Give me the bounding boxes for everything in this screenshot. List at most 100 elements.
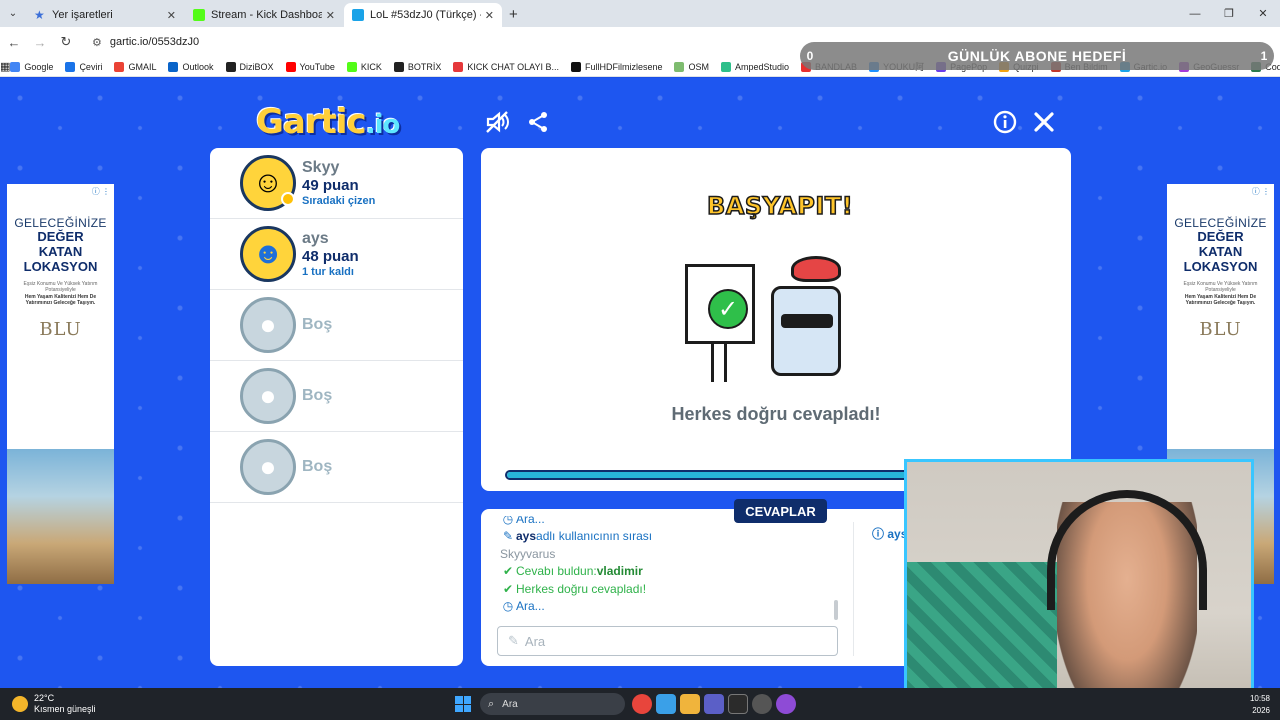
new-tab-button[interactable]: + [509, 3, 518, 27]
bookmark-label: FullHDFilmizlesene [584, 61, 663, 72]
players-panel: ☺ Skyy 49 puan Sıradaki çizen ☻ ays 48 p… [210, 148, 463, 666]
bookmark-item[interactable]: DiziBOX [225, 60, 274, 73]
bookmark-favicon-icon [10, 61, 21, 72]
bookmark-label: Çeviri [79, 61, 103, 72]
answers-tab[interactable]: CEVAPLAR [734, 499, 827, 523]
kick-icon [193, 9, 205, 21]
ad-headline: LOKASYON [23, 258, 98, 274]
mute-icon[interactable] [484, 108, 512, 136]
obs-icon[interactable] [752, 694, 772, 714]
player-status: 1 tur kaldı [302, 265, 354, 278]
bookmark-item[interactable]: AmpedStudio [720, 60, 790, 73]
teams-icon[interactable] [704, 694, 724, 714]
chat-answer: vladimir [596, 564, 643, 579]
ad-subtext: Eşsiz Konumu Ve Yüksek Yatırım Potansiye… [1183, 280, 1258, 307]
bookmark-label: KICK [360, 61, 382, 72]
ad-subtext: Eşsiz Konumu Ve Yüksek Yatırım Potansiye… [23, 280, 98, 307]
chat-scrollbar[interactable] [834, 600, 838, 620]
maximize-button[interactable]: ❐ [1212, 0, 1246, 27]
close-icon[interactable]: ✕ [326, 9, 335, 22]
chat-message: ✎ ays adlı kullanıcının sırası [500, 528, 840, 546]
bookmark-item[interactable]: KICK [346, 60, 382, 73]
bookmark-item[interactable]: OSM [674, 60, 709, 73]
ad-info-icon[interactable]: ⓘ ⋮ [1252, 186, 1270, 197]
chrome-icon[interactable] [632, 694, 652, 714]
bookmark-item[interactable]: Outlook [168, 60, 214, 73]
ad-photo [7, 449, 114, 584]
bookmark-label: Outlook [182, 61, 214, 72]
gartic-logo[interactable]: Gartic.io [256, 102, 400, 142]
easel-legs [711, 344, 727, 382]
bookmark-favicon-icon [570, 61, 581, 72]
chat-text: varus [526, 546, 556, 561]
weather-widget[interactable]: 22°C Kısmen güneşli [12, 693, 96, 715]
taskbar-search[interactable]: ⌕ Ara [480, 693, 625, 715]
close-icon[interactable] [1030, 108, 1058, 136]
bookmark-favicon-icon [114, 61, 125, 72]
player-name: ays [302, 229, 329, 247]
empty-slot-label: Boş [302, 316, 333, 333]
site-info-icon[interactable]: ⚙ [92, 36, 102, 49]
empty-slot: ● Boş [210, 361, 463, 432]
tab-search-dropdown[interactable]: ⌄ [0, 0, 26, 27]
easel-icon: ✓ [685, 264, 755, 344]
video-editor-icon[interactable] [680, 694, 700, 714]
windows-taskbar: 22°C Kısmen güneşli ⌕ Ara 10:58 2026 [0, 688, 1280, 720]
minimize-button[interactable]: — [1178, 0, 1212, 27]
tab-gartic[interactable]: LoL #53dzJ0 (Türkçe) - Gartic.io ✕ [344, 3, 502, 27]
bookmark-favicon-icon [65, 61, 76, 72]
bookmark-favicon-icon [168, 61, 179, 72]
gartic-icon [352, 9, 364, 21]
app-icon[interactable] [776, 694, 796, 714]
goal-title: GÜNLÜK ABONE HEDEFİ [947, 48, 1127, 64]
ad-brand: BLU [1199, 318, 1242, 340]
apps-icon[interactable]: ▦ [0, 60, 10, 73]
epic-games-icon[interactable] [728, 694, 748, 714]
bookmark-item[interactable]: FullHDFilmizlesene [570, 60, 663, 73]
search-icon: ⌕ [488, 697, 495, 710]
ad-headline: KATAN [1198, 243, 1243, 259]
chat-text: adlı kullanıcının sırası [536, 529, 653, 544]
bookmark-item[interactable]: BOTRİX [393, 60, 441, 73]
bookmark-favicon-icon [285, 61, 296, 72]
bookmark-item[interactable]: Google [10, 60, 53, 73]
system-clock[interactable]: 10:58 2026 [1250, 693, 1270, 717]
bookmark-item[interactable]: GMAIL [114, 60, 156, 73]
windows-start-icon[interactable] [455, 696, 471, 712]
bookmark-label: YouTube [299, 61, 335, 72]
reload-button[interactable]: ↻ [54, 30, 78, 54]
bookmark-item[interactable]: KICK CHAT OLAYI B... [453, 60, 559, 73]
ad-headline: DEĞER [37, 229, 84, 244]
tab-kick[interactable]: Stream - Kick Dashboard ✕ [185, 3, 343, 27]
close-window-button[interactable]: ✕ [1246, 0, 1280, 27]
tab-bookmarks[interactable]: ★ Yer işaretleri ✕ [26, 3, 184, 27]
bookmark-favicon-icon [225, 61, 236, 72]
chat-text: Ara... [516, 599, 545, 614]
chat-user: ays [516, 529, 537, 544]
tab-bar: ⌄ ★ Yer işaretleri ✕ Stream - Kick Dashb… [0, 0, 1280, 27]
close-icon[interactable]: ✕ [167, 9, 176, 22]
info-icon[interactable] [991, 108, 1019, 136]
answers-log: ◷ Ara... ✎ ays adlı kullanıcının sırası Skyy… [500, 516, 840, 624]
left-advertisement[interactable]: ⓘ ⋮ GELECEĞİNİZE DEĞER KATAN LOKASYON Eş… [7, 184, 114, 584]
bookmark-item[interactable]: YouTube [285, 60, 335, 73]
bookmark-label: AmpedStudio [734, 61, 790, 72]
share-icon[interactable] [524, 108, 552, 136]
back-button[interactable]: ← [2, 30, 26, 54]
player-points: 49 puan [302, 177, 359, 195]
url-field[interactable]: ⚙ gartic.io/0553dzJ0 [92, 36, 199, 49]
bookmark-item[interactable]: Çeviri [65, 60, 102, 73]
player-row[interactable]: ☻ ays 48 puan 1 tur kaldı [210, 219, 463, 290]
logo-text: Gartic [256, 102, 367, 142]
close-icon[interactable]: ✕ [485, 9, 494, 22]
answer-input[interactable]: ✎ Ara [497, 626, 838, 656]
ad-info-icon[interactable]: ⓘ ⋮ [92, 186, 110, 197]
clock-icon: ◷ [502, 516, 514, 526]
mail-icon[interactable] [656, 694, 676, 714]
forward-button[interactable]: → [28, 30, 52, 54]
check-icon: ✓ [708, 289, 748, 329]
clock-date: 2026 [1252, 706, 1270, 715]
player-row[interactable]: ☺ Skyy 49 puan Sıradaki çizen [210, 148, 463, 219]
bookmark-label: DiziBOX [239, 61, 274, 72]
pencil-icon: ✎ [508, 633, 519, 648]
